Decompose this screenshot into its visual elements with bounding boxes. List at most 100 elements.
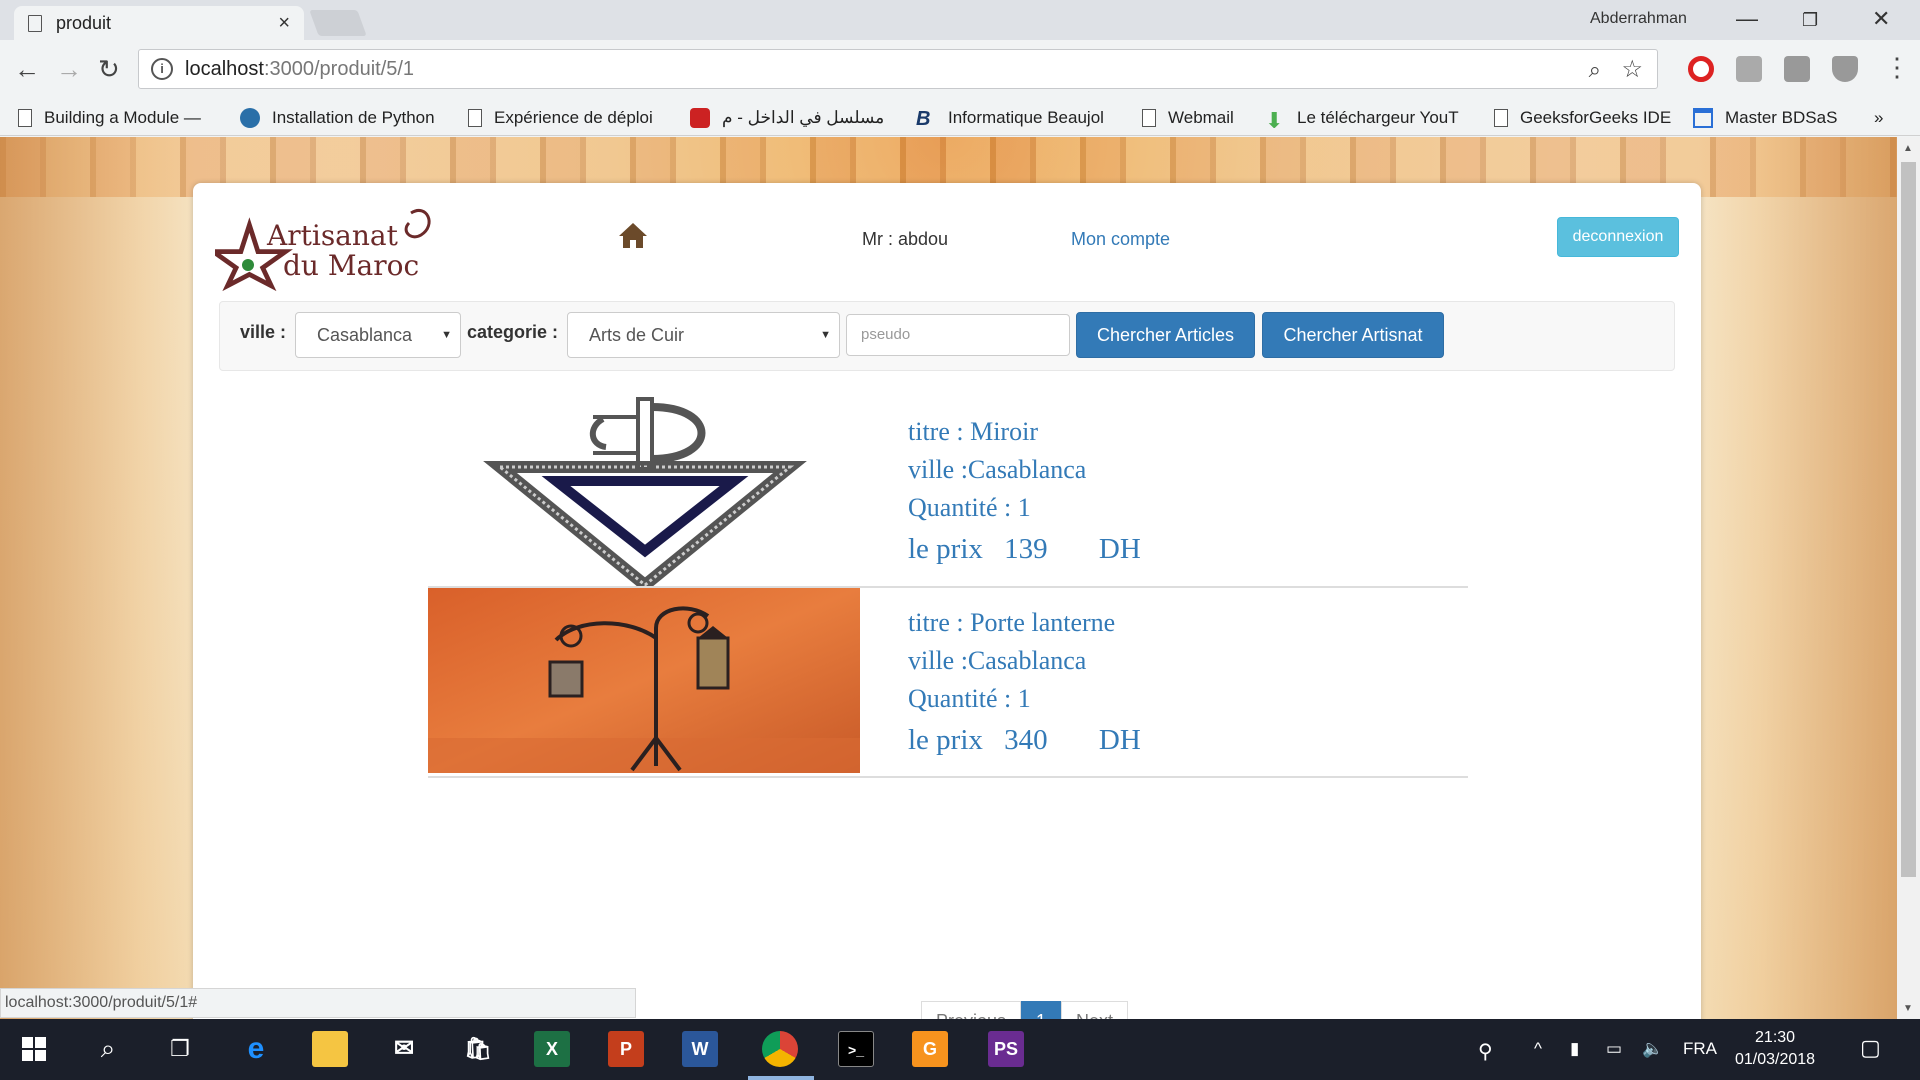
bookmark-item[interactable]: مسلسل في الداخل - م	[690, 108, 898, 128]
windows-start-icon[interactable]	[14, 1029, 54, 1069]
volume-icon[interactable]: 🔈	[1642, 1039, 1663, 1059]
chevron-down-icon: ▼	[820, 329, 831, 341]
logout-button[interactable]: deconnexion	[1557, 217, 1679, 257]
phpstorm-icon[interactable]: PS	[988, 1031, 1024, 1067]
search-bar: ville : Casablanca ▼ categorie : Arts de…	[219, 301, 1675, 371]
clock[interactable]: 21:30 01/03/2018	[1735, 1027, 1815, 1071]
lantern-product-image[interactable]	[428, 588, 860, 776]
word-icon[interactable]: W	[682, 1031, 718, 1067]
windows-taskbar: ⌕ ❐ e ✉ 🛍 X P W >_ G PS ⚲ ^ ▮ ▭ 🔈 FRA 21…	[0, 1019, 1920, 1080]
page-icon	[1494, 109, 1508, 127]
tab-title: produit	[56, 12, 112, 33]
url-path: :3000/produit/5/1	[263, 57, 415, 80]
price-value: 139	[1004, 533, 1048, 565]
shield-icon[interactable]	[1832, 56, 1858, 82]
main-card: Artisanat du Maroc Mr : abdou Mon compte…	[193, 183, 1701, 1043]
task-view-icon[interactable]: ❐	[160, 1029, 200, 1069]
page-icon	[1142, 109, 1156, 127]
terminal-icon[interactable]: >_	[838, 1031, 874, 1067]
bookmark-item[interactable]: Webmail	[1142, 108, 1250, 128]
chrome-icon[interactable]	[762, 1031, 798, 1067]
scroll-down-icon[interactable]: ▼	[1903, 1003, 1913, 1014]
language-indicator[interactable]: FRA	[1683, 1039, 1717, 1059]
pseudo-input[interactable]: pseudo	[846, 314, 1070, 356]
scrollbar-thumb[interactable]	[1901, 162, 1916, 877]
user-greeting: Mr : abdou	[862, 229, 949, 249]
product-quantity: Quantité : 1	[908, 493, 1031, 522]
download-arrow-icon: ⬇	[1265, 108, 1284, 128]
network-icon[interactable]: ▮	[1570, 1039, 1579, 1059]
ville-select[interactable]: Casablanca ▼	[295, 312, 461, 358]
close-tab-icon[interactable]: ×	[278, 12, 290, 35]
bookmark-item[interactable]: Expérience de déploi	[468, 108, 670, 128]
account-link[interactable]: Mon compte	[1071, 229, 1170, 250]
price-currency: DH	[1098, 724, 1141, 756]
search-icon[interactable]: ⌕	[88, 1029, 128, 1069]
back-icon[interactable]: ←	[14, 54, 40, 85]
product-info: titre : Miroir ville :Casablanca Quantit…	[908, 413, 1141, 571]
page-icon	[18, 109, 32, 127]
edge-icon[interactable]: e	[238, 1031, 274, 1067]
wordpress-icon	[240, 108, 260, 128]
excel-icon[interactable]: X	[534, 1031, 570, 1067]
categorie-select[interactable]: Arts de Cuir ▼	[567, 312, 840, 358]
url-host: localhost	[185, 57, 264, 80]
status-bar-url: localhost:3000/produit/5/1#	[0, 988, 636, 1018]
opera-icon[interactable]	[1688, 56, 1714, 82]
save-icon[interactable]	[1784, 56, 1810, 82]
zoom-icon[interactable]: ⌕	[1589, 57, 1601, 83]
minimize-icon[interactable]: —	[1736, 6, 1758, 32]
mirror-product-image[interactable]	[428, 397, 860, 586]
people-icon[interactable]: ⚲	[1478, 1039, 1493, 1064]
clock-time: 21:30	[1755, 1029, 1796, 1046]
product-title: titre : Porte lanterne	[908, 608, 1116, 637]
browser-tab[interactable]: produit ×	[14, 6, 304, 40]
scroll-up-icon[interactable]: ▲	[1903, 143, 1913, 154]
logo[interactable]: Artisanat du Maroc	[215, 195, 445, 300]
product-price: le prix 340 DH	[908, 718, 1141, 762]
restore-icon[interactable]: ❐	[1802, 10, 1818, 31]
powerpoint-icon[interactable]: P	[608, 1031, 644, 1067]
bookmark-item[interactable]: GeeksforGeeks IDE	[1494, 108, 1679, 128]
browser-tab-bar: produit × Abderrahman — ❐ ✕	[0, 0, 1920, 40]
close-window-icon[interactable]: ✕	[1872, 6, 1890, 32]
italic-b-icon: B	[916, 108, 931, 128]
home-icon[interactable]	[618, 221, 648, 249]
search-articles-button[interactable]: Chercher Articles	[1076, 312, 1255, 358]
url-input[interactable]: i localhost:3000/produit/5/1 ⌕ ☆	[138, 49, 1658, 89]
vertical-scrollbar[interactable]: ▲ ▼	[1897, 137, 1920, 1019]
bookmark-item[interactable]: Installation de Python	[240, 108, 446, 128]
product-row[interactable]: titre : Porte lanterne ville :Casablanca…	[428, 588, 1468, 778]
file-explorer-icon[interactable]	[312, 1031, 348, 1067]
profile-name[interactable]: Abderrahman	[1590, 10, 1687, 28]
product-info: titre : Porte lanterne ville :Casablanca…	[908, 604, 1141, 762]
pdf-editor-icon[interactable]: G	[912, 1031, 948, 1067]
forward-icon[interactable]: →	[56, 54, 82, 85]
bookmarks-bar: Building a Module — Installation de Pyth…	[0, 100, 1920, 136]
mail-icon[interactable]: ✉	[386, 1031, 422, 1067]
reload-icon[interactable]: ↻	[98, 54, 120, 85]
chevron-down-icon: ▼	[441, 329, 452, 341]
bookmark-item[interactable]: B Informatique Beaujol	[916, 108, 1124, 128]
price-label: le prix	[908, 533, 983, 565]
bookmark-item[interactable]: Building a Module —	[18, 108, 218, 128]
extension-icon[interactable]	[1736, 56, 1762, 82]
product-price: le prix 139 DH	[908, 527, 1141, 571]
new-tab-button[interactable]	[309, 10, 367, 36]
product-title: titre : Miroir	[908, 417, 1038, 446]
store-icon[interactable]: 🛍	[460, 1031, 496, 1067]
show-hidden-icons-icon[interactable]: ^	[1534, 1039, 1542, 1059]
notifications-icon[interactable]: ▢	[1860, 1035, 1881, 1061]
more-bookmarks-button[interactable]: »	[1874, 108, 1883, 128]
menu-icon[interactable]: ⋮	[1884, 52, 1910, 83]
search-artisans-button[interactable]: Chercher Artisnat	[1262, 312, 1444, 358]
product-row[interactable]: titre : Miroir ville :Casablanca Quantit…	[428, 397, 1468, 588]
address-bar-row: ← → ↻ i localhost:3000/produit/5/1 ⌕ ☆ ⋮	[0, 40, 1920, 100]
bookmark-item[interactable]: Master BDSaS	[1693, 108, 1843, 128]
info-icon[interactable]: i	[151, 58, 173, 80]
bookmark-item[interactable]: ⬇ Le téléchargeur YouT	[1265, 108, 1470, 128]
product-city: ville :Casablanca	[908, 455, 1087, 484]
battery-icon[interactable]: ▭	[1606, 1039, 1622, 1059]
logo-line1: Artisanat	[267, 219, 398, 252]
bookmark-star-icon[interactable]: ☆	[1621, 55, 1643, 84]
